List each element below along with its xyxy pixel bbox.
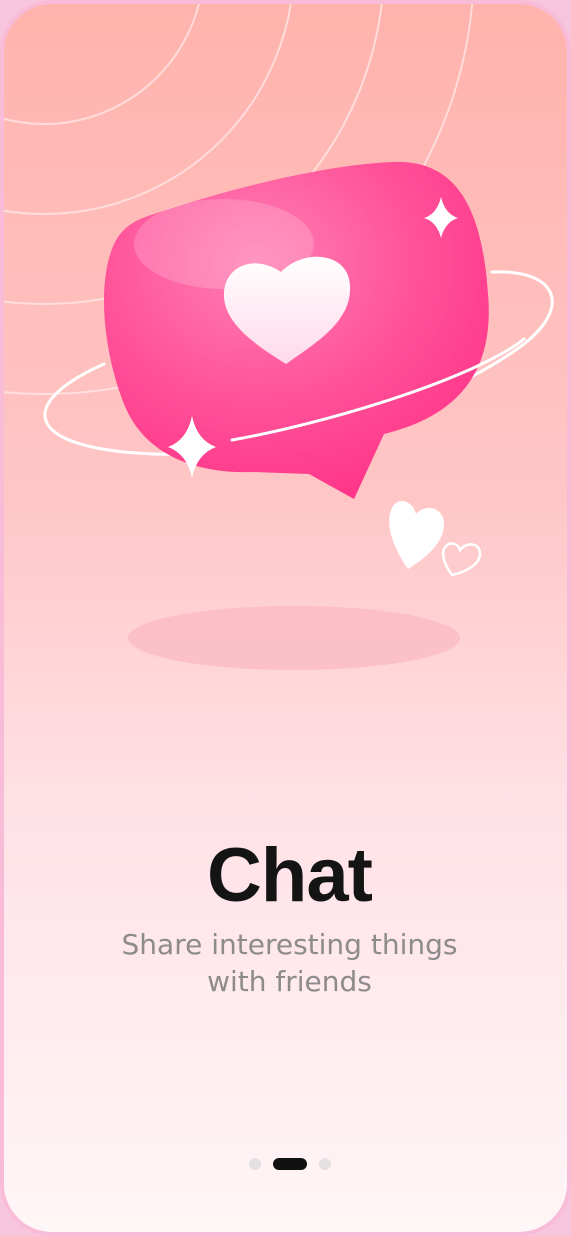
chat-bubble-heart-icon: [103, 161, 489, 499]
heart-icon: [389, 500, 444, 569]
onboarding-screen: Chat Share interesting things with frien…: [0, 0, 571, 1236]
page-dot-2-active[interactable]: [272, 1158, 307, 1170]
subtitle-line: with friends: [207, 965, 372, 998]
page-dot-3[interactable]: [318, 1158, 331, 1170]
subtitle-line: Share interesting things: [121, 928, 458, 961]
heart-outline-icon: [441, 542, 482, 577]
page-indicator: [4, 1158, 567, 1170]
page-subtitle: Share interesting things with friends: [4, 926, 567, 1000]
page-dot-1[interactable]: [248, 1158, 261, 1170]
floor-shadow: [128, 606, 460, 670]
hero-illustration: [4, 4, 554, 670]
page-title: Chat: [207, 833, 373, 918]
